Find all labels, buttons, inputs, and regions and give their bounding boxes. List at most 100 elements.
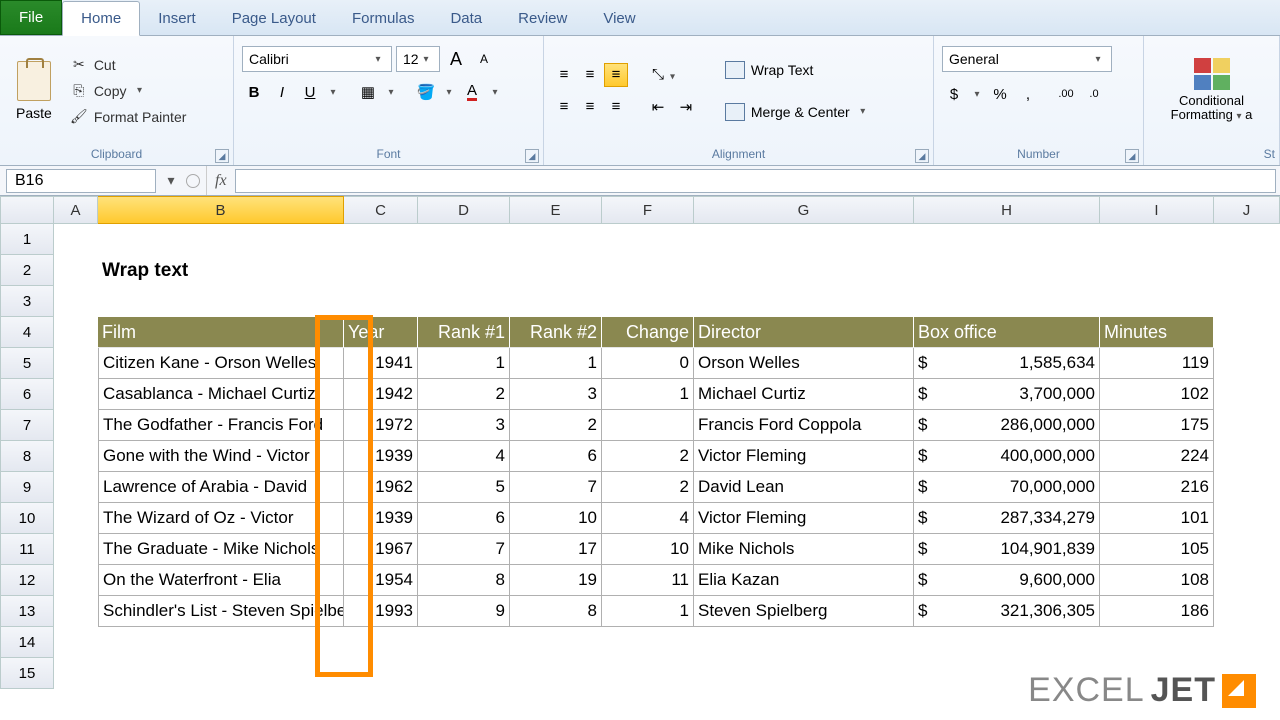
tab-data[interactable]: Data <box>432 2 500 35</box>
cancel-icon[interactable] <box>186 174 200 188</box>
cell[interactable]: 1941 <box>344 348 418 379</box>
dialog-launcher-icon[interactable]: ◢ <box>915 149 929 163</box>
cell[interactable]: 108 <box>1100 565 1214 596</box>
col-header-E[interactable]: E <box>510 196 602 224</box>
cell[interactable]: 4 <box>418 441 510 472</box>
cell[interactable]: 17 <box>510 534 602 565</box>
row-header-8[interactable]: 8 <box>0 441 54 472</box>
select-all-corner[interactable] <box>0 196 54 224</box>
cell[interactable]: 6 <box>510 441 602 472</box>
decrease-decimal-button[interactable]: .0 <box>1082 82 1106 106</box>
shrink-font-button[interactable]: A <box>472 47 496 71</box>
cell[interactable]: Citizen Kane - Orson Welles <box>98 348 344 379</box>
merge-center-button[interactable]: Merge & Center▾ <box>716 98 879 126</box>
cell[interactable]: Rank #2 <box>510 317 602 348</box>
number-format-combo[interactable]: General▾ <box>942 46 1112 72</box>
cell[interactable]: 11 <box>602 565 694 596</box>
col-header-I[interactable]: I <box>1100 196 1214 224</box>
row-header-1[interactable]: 1 <box>0 224 54 255</box>
cell[interactable]: $3,700,000 <box>914 379 1100 410</box>
dialog-launcher-icon[interactable]: ◢ <box>1125 149 1139 163</box>
cell[interactable]: 3 <box>418 410 510 441</box>
cell[interactable]: Box office <box>914 317 1100 348</box>
cell[interactable]: 1942 <box>344 379 418 410</box>
align-left-button[interactable]: ≡ <box>552 95 576 119</box>
name-box[interactable]: B16 <box>6 169 156 193</box>
cell[interactable]: 1993 <box>344 596 418 627</box>
cell[interactable]: 1 <box>510 348 602 379</box>
cell[interactable]: $321,306,305 <box>914 596 1100 627</box>
cell[interactable]: 8 <box>418 565 510 596</box>
currency-button[interactable]: $ <box>942 82 966 106</box>
align-top-button[interactable]: ≡ <box>552 63 576 87</box>
cell[interactable]: 105 <box>1100 534 1214 565</box>
row-header-12[interactable]: 12 <box>0 565 54 596</box>
grow-font-button[interactable]: A <box>444 47 468 71</box>
cut-button[interactable]: ✂Cut <box>66 54 191 76</box>
cell[interactable]: 0 <box>602 348 694 379</box>
cell[interactable]: Film <box>98 317 344 348</box>
cell[interactable]: David Lean <box>694 472 914 503</box>
row-header-9[interactable]: 9 <box>0 472 54 503</box>
cell[interactable]: 6 <box>418 503 510 534</box>
formula-input[interactable] <box>235 169 1276 193</box>
row-header-10[interactable]: 10 <box>0 503 54 534</box>
cell[interactable]: $287,334,279 <box>914 503 1100 534</box>
cell[interactable]: 1939 <box>344 503 418 534</box>
cell[interactable] <box>602 410 694 441</box>
col-header-B[interactable]: B <box>98 196 344 224</box>
copy-button[interactable]: ⎘Copy▾ <box>66 80 191 102</box>
cell[interactable]: 175 <box>1100 410 1214 441</box>
cell[interactable]: $104,901,839 <box>914 534 1100 565</box>
cell[interactable]: Mike Nichols <box>694 534 914 565</box>
wrap-text-button[interactable]: Wrap Text <box>716 56 879 84</box>
row-header-14[interactable]: 14 <box>0 627 54 658</box>
tab-view[interactable]: View <box>585 2 653 35</box>
cell[interactable]: $286,000,000 <box>914 410 1100 441</box>
col-header-F[interactable]: F <box>602 196 694 224</box>
cell[interactable]: 1967 <box>344 534 418 565</box>
align-center-button[interactable]: ≡ <box>578 95 602 119</box>
cell[interactable]: Casablanca - Michael Curtiz <box>98 379 344 410</box>
cell[interactable]: 1972 <box>344 410 418 441</box>
cell[interactable]: Michael Curtiz <box>694 379 914 410</box>
cell[interactable]: 102 <box>1100 379 1214 410</box>
cell[interactable]: 216 <box>1100 472 1214 503</box>
cell[interactable]: Wrap text <box>98 255 344 286</box>
cell[interactable]: 4 <box>602 503 694 534</box>
cell[interactable]: 19 <box>510 565 602 596</box>
cell[interactable]: 1 <box>602 379 694 410</box>
col-header-A[interactable]: A <box>54 196 98 224</box>
borders-button[interactable]: ▦ <box>356 80 380 104</box>
cell[interactable]: $1,585,634 <box>914 348 1100 379</box>
cell[interactable]: Lawrence of Arabia - David <box>98 472 344 503</box>
cell[interactable]: 1 <box>602 596 694 627</box>
row-header-5[interactable]: 5 <box>0 348 54 379</box>
font-size-combo[interactable]: 12▾ <box>396 46 440 72</box>
italic-button[interactable]: I <box>270 80 294 104</box>
cell[interactable]: Elia Kazan <box>694 565 914 596</box>
font-color-button[interactable]: A <box>460 80 484 104</box>
row-header-3[interactable]: 3 <box>0 286 54 317</box>
cell[interactable]: 5 <box>418 472 510 503</box>
row-header-7[interactable]: 7 <box>0 410 54 441</box>
dialog-launcher-icon[interactable]: ◢ <box>525 149 539 163</box>
cell[interactable]: 1954 <box>344 565 418 596</box>
col-header-D[interactable]: D <box>418 196 510 224</box>
cell[interactable]: The Godfather - Francis Ford <box>98 410 344 441</box>
cell[interactable]: Francis Ford Coppola <box>694 410 914 441</box>
cell[interactable]: 1 <box>418 348 510 379</box>
row-header-2[interactable]: 2 <box>0 255 54 286</box>
col-header-H[interactable]: H <box>914 196 1100 224</box>
cell[interactable]: Steven Spielberg <box>694 596 914 627</box>
fill-color-button[interactable]: 🪣 <box>414 80 438 104</box>
cell[interactable]: Victor Fleming <box>694 503 914 534</box>
cell[interactable]: 7 <box>510 472 602 503</box>
orientation-button[interactable]: ⤡ <box>646 63 670 87</box>
row-header-11[interactable]: 11 <box>0 534 54 565</box>
cell[interactable]: 3 <box>510 379 602 410</box>
cell[interactable]: $400,000,000 <box>914 441 1100 472</box>
col-header-G[interactable]: G <box>694 196 914 224</box>
cell[interactable]: Victor Fleming <box>694 441 914 472</box>
row-header-13[interactable]: 13 <box>0 596 54 627</box>
